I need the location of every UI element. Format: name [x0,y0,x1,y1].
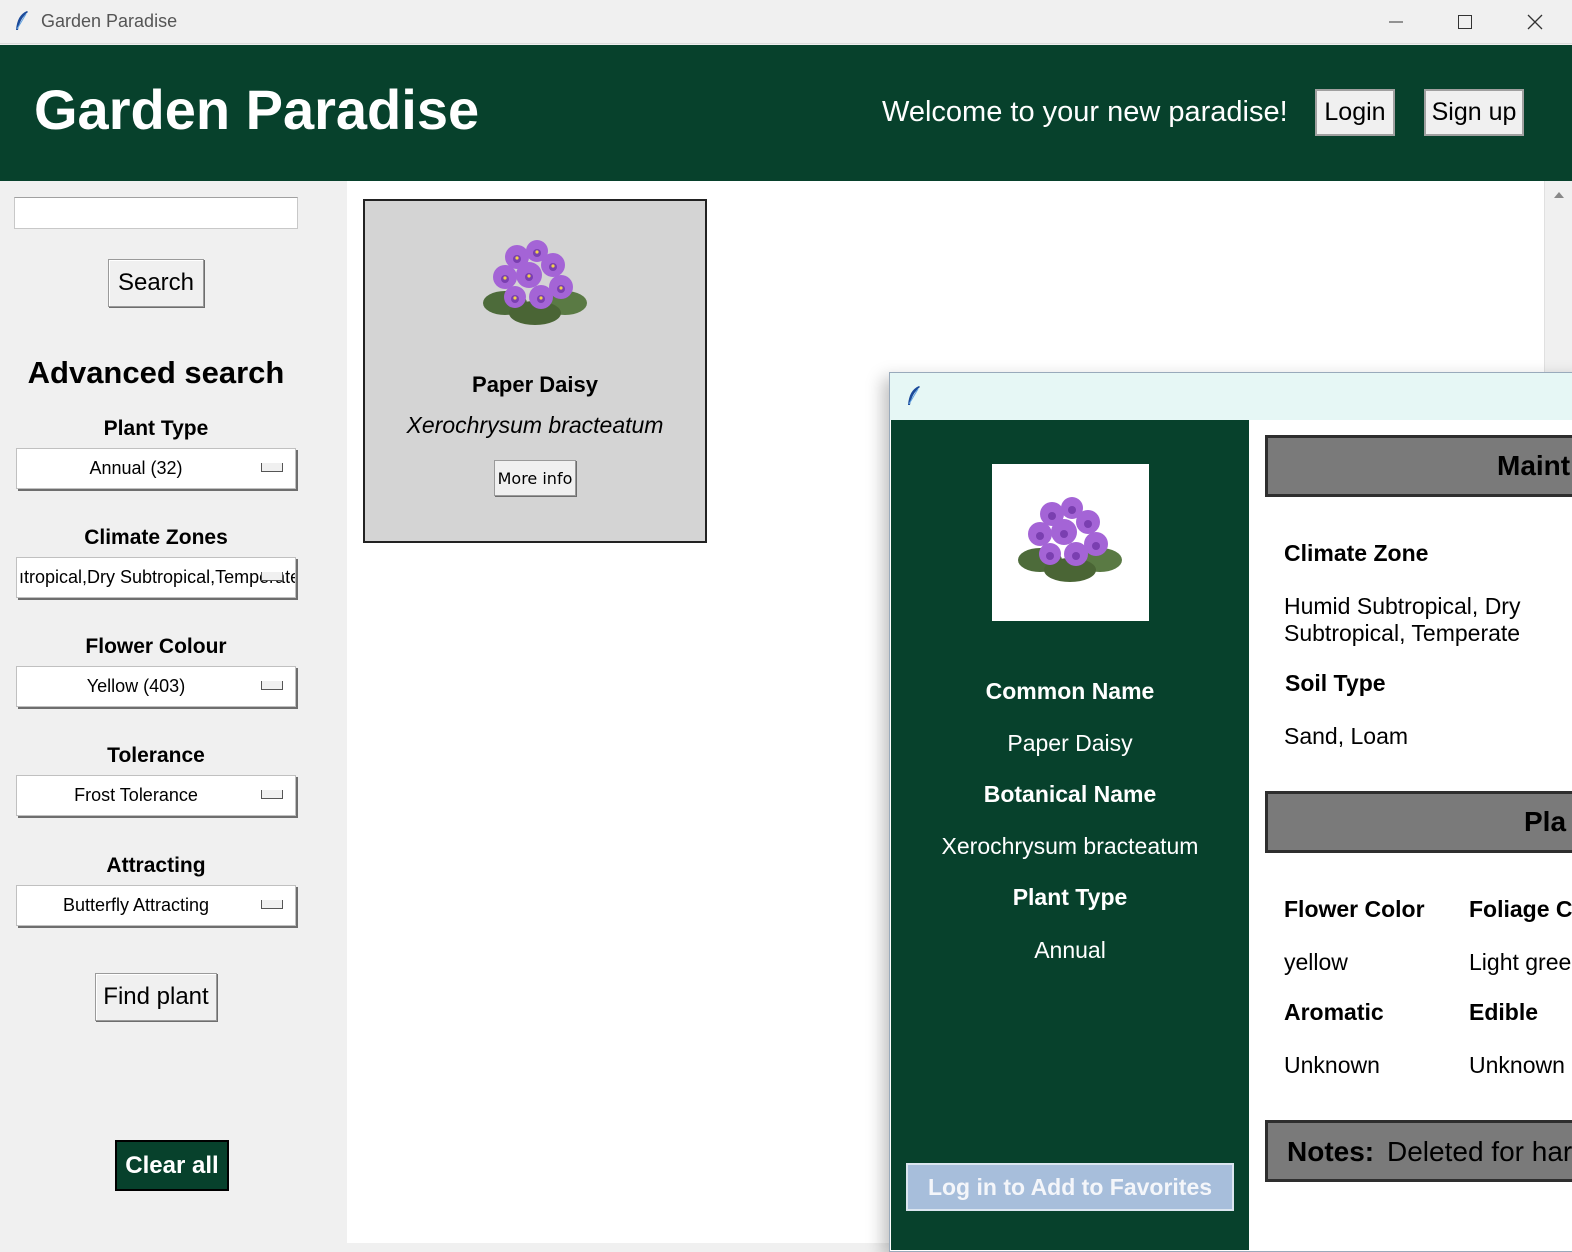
search-input[interactable] [14,197,298,229]
app-title: Garden Paradise [34,78,480,141]
plant-type-label: Plant Type [1012,884,1128,910]
plant-section-title: Pla [1524,806,1567,837]
login-button[interactable]: Login [1315,89,1395,136]
climate-zones-label: Climate Zones [84,526,228,549]
flower-colour-dropdown[interactable]: Yellow (403) [16,666,296,707]
aromatic-label: Aromatic [1284,999,1384,1025]
plant-card: Paper Daisy Xerochrysum bracteatum More … [363,199,707,543]
climate-zones-dropdown[interactable]: ıtropical,Dry Subtropical,Temperate [16,557,296,598]
edible-value: Unknown [1469,1052,1565,1078]
notes-label: Notes: [1287,1136,1375,1167]
search-button[interactable]: Search [108,259,204,307]
plant-detail-window: Common Name Paper Daisy Botanical Name X… [889,372,1572,1252]
botanical-name-label: Botanical Name [983,781,1157,807]
flower-color-label: Flower Color [1284,896,1425,922]
dropdown-indicator-icon [261,463,283,472]
detail-summary-panel: Common Name Paper Daisy Botanical Name X… [891,420,1249,1250]
detail-plant-image [992,464,1149,621]
add-to-favorites-button[interactable]: Log in to Add to Favorites [906,1163,1234,1211]
flower-colour-value: Yellow (403) [86,676,186,696]
common-name-value: Paper Daisy [1007,730,1133,756]
edible-label: Edible [1469,999,1539,1025]
welcome-message: Welcome to your new paradise! [882,96,1288,128]
common-name-label: Common Name [985,678,1155,704]
dropdown-indicator-icon [261,572,283,581]
attracting-label: Attracting [106,854,206,877]
tolerance-value: Frost Tolerance [74,785,198,805]
advanced-search-title: Advanced search [27,355,285,390]
plant-type-value: Annual (32) [89,458,183,478]
tolerance-dropdown[interactable]: Frost Tolerance [16,775,296,816]
plant-type-value: Annual [1034,937,1106,963]
attracting-value: Butterfly Attracting [62,895,210,915]
scroll-up-arrow-icon[interactable] [1552,189,1566,199]
botanical-name-value: Xerochrysum bracteatum [941,833,1199,859]
search-sidebar: Search Advanced search Plant Type Annual… [0,181,347,1243]
climate-zone-value-line1: Humid Subtropical, Dry [1284,593,1521,619]
more-info-button[interactable]: More info [494,460,576,496]
dropdown-indicator-icon [261,900,283,909]
violet-flower-image [483,240,587,325]
maintenance-section-header: Maint [1265,435,1572,497]
foliage-color-value: Light gree [1469,949,1572,975]
signup-button[interactable]: Sign up [1424,89,1524,136]
climate-zone-label: Climate Zone [1284,540,1429,566]
climate-zone-value-line2: Subtropical, Temperate [1284,620,1521,646]
climate-zones-value: ıtropical,Dry Subtropical,Temperate [19,567,296,587]
maintenance-section-title: Maint [1497,450,1571,481]
flower-color-value: yellow [1284,949,1348,975]
find-plant-button[interactable]: Find plant [95,973,217,1021]
plant-type-label: Plant Type [103,417,209,440]
detail-window-titlebar[interactable] [890,373,1572,420]
header-content: Garden Paradise Welcome to your new para… [0,0,1572,181]
soil-type-value: Sand, Loam [1284,723,1409,749]
violet-flower-image [1018,497,1122,582]
dropdown-indicator-icon [261,681,283,690]
attracting-dropdown[interactable]: Butterfly Attracting [16,885,296,926]
flower-colour-label: Flower Colour [85,635,227,658]
clear-all-button[interactable]: Clear all [115,1140,229,1191]
notes-value: Deleted for har [1387,1136,1572,1167]
plant-section-header: Pla [1265,791,1572,853]
soil-type-label: Soil Type [1285,670,1386,696]
foliage-color-label: Foliage C [1469,896,1572,922]
dropdown-indicator-icon [261,790,283,799]
plant-type-dropdown[interactable]: Annual (32) [16,448,296,489]
detail-info-panel: Maint Climate Zone Humid Subtropical, Dr… [1249,420,1572,1250]
notes-section: Notes: Deleted for har [1265,1120,1572,1182]
feather-icon [908,386,920,405]
tolerance-label: Tolerance [107,744,205,767]
plant-card-common-name: Paper Daisy [472,372,598,397]
plant-card-botanical-name: Xerochrysum bracteatum [406,412,664,438]
aromatic-value: Unknown [1284,1052,1380,1078]
